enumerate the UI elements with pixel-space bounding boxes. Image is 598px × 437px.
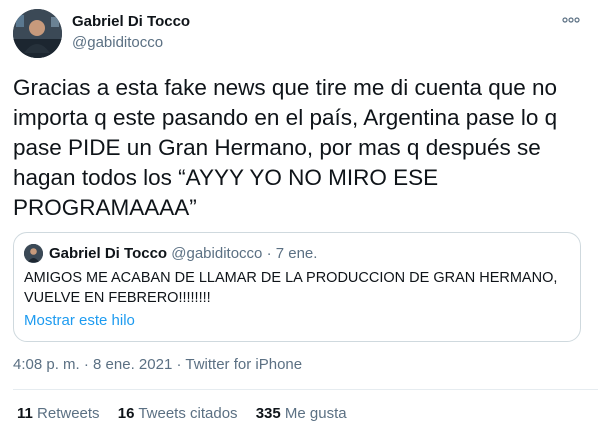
- quote-tweets-stat[interactable]: 16 Tweets citados: [118, 405, 242, 422]
- tweet-source[interactable]: Twitter for iPhone: [185, 356, 302, 373]
- tweet-time[interactable]: 4:08 p. m.: [13, 356, 80, 373]
- quote-tweets-label: Tweets citados: [138, 405, 238, 422]
- likes-stat[interactable]: 335 Me gusta: [256, 405, 347, 422]
- author-avatar[interactable]: [13, 9, 62, 58]
- meta-separator: ·: [83, 356, 89, 373]
- likes-count: 335: [255, 405, 281, 422]
- author-handle[interactable]: @gabiditocco: [72, 34, 163, 51]
- quoted-author-avatar: [24, 244, 43, 263]
- quote-tweets-count: 16: [117, 405, 135, 422]
- show-thread-link[interactable]: Mostrar este hilo: [24, 312, 135, 329]
- meta-separator: ·: [176, 356, 182, 373]
- engagement-stats: 11 Retweets 16 Tweets citados 335 Me gus…: [17, 405, 361, 422]
- quoted-date: 7 ene.: [275, 245, 318, 262]
- quoted-text: AMIGOS ME ACABAN DE LLAMAR DE LA PRODUCC…: [24, 270, 558, 306]
- more-options-button[interactable]: [560, 12, 582, 28]
- quoted-separator: ·: [266, 245, 272, 262]
- tweet-text: Gracias a esta fake news que tire me di …: [13, 75, 558, 220]
- tweet-metadata: 4:08 p. m. · 8 ene. 2021 · Twitter for i…: [13, 356, 302, 373]
- retweets-label: Retweets: [37, 405, 100, 422]
- quoted-author-name: Gabriel Di Tocco: [49, 245, 168, 262]
- avatar-photo-icon: [13, 9, 62, 58]
- retweets-count: 11: [17, 405, 33, 422]
- author-name[interactable]: Gabriel Di Tocco: [72, 13, 190, 30]
- tweet-date[interactable]: 8 ene. 2021: [93, 356, 172, 373]
- quoted-author-handle: @gabiditocco: [171, 245, 263, 262]
- quoted-tweet-card[interactable]: Gabriel Di Tocco @gabiditocco · 7 ene. A…: [13, 232, 581, 342]
- divider: [13, 389, 598, 390]
- avatar-photo-icon: [24, 244, 43, 263]
- likes-label: Me gusta: [284, 405, 347, 422]
- retweets-stat[interactable]: 11 Retweets: [17, 405, 104, 422]
- quoted-header: Gabriel Di Tocco @gabiditocco · 7 ene.: [49, 245, 317, 262]
- tweet-detail: Gabriel Di Tocco @gabiditocco Gracias a …: [0, 0, 598, 437]
- more-horizontal-icon: [562, 17, 580, 23]
